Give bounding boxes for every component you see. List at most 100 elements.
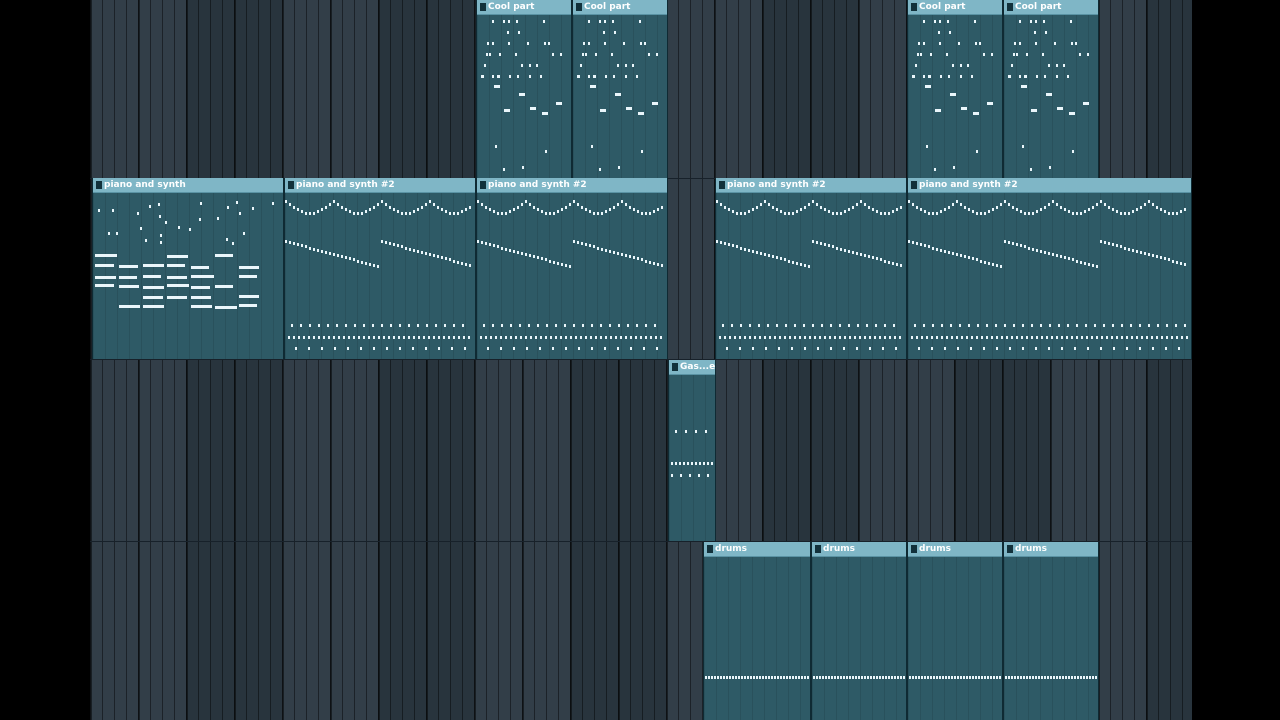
note-mark <box>1070 20 1072 23</box>
note-mark <box>932 324 934 327</box>
note-mark <box>443 336 445 339</box>
pattern-icon <box>480 3 486 11</box>
note-mark <box>1108 206 1110 209</box>
clip-header[interactable]: drums <box>908 542 1002 557</box>
note-mark <box>1080 212 1082 215</box>
clip-header[interactable]: piano and synth #2 <box>908 178 1191 193</box>
clip-header[interactable]: Cool part <box>908 0 1002 15</box>
note-mark <box>353 212 355 215</box>
note-mark <box>648 53 650 56</box>
note-mark <box>940 75 942 78</box>
playlist-area[interactable]: Cool part Cool part Cool part Cool part … <box>90 0 1192 720</box>
note-mark <box>657 263 659 266</box>
note-mark <box>593 245 595 248</box>
note-mark <box>635 336 637 339</box>
clip-header[interactable]: drums <box>1004 542 1098 557</box>
note-mark <box>788 260 790 263</box>
clip-drums[interactable]: drums <box>1003 542 1099 720</box>
clip-piano-and-synth-2[interactable]: piano and synth #2 <box>476 178 668 359</box>
clip-header[interactable]: drums <box>812 542 906 557</box>
clip-cool-part[interactable]: Cool part <box>907 0 1003 178</box>
note-mark <box>752 347 754 350</box>
note-mark <box>497 245 499 248</box>
note-mark <box>1008 203 1010 206</box>
note-mark <box>839 336 841 339</box>
note-mark <box>1060 206 1062 209</box>
clip-cool-part[interactable]: Cool part <box>572 0 668 178</box>
note-mark <box>1030 20 1032 23</box>
clip-header[interactable]: Gas...ent <box>669 360 715 375</box>
clip-piano-and-synth-2[interactable]: piano and synth #2 <box>284 178 476 359</box>
note-mark <box>944 347 946 350</box>
note-mark <box>884 260 886 263</box>
note-mark <box>656 53 658 56</box>
note-mark <box>570 336 572 339</box>
note-mark <box>860 200 862 203</box>
note-mark <box>792 212 794 215</box>
clip-piano-and-synth-2[interactable]: piano and synth #2 <box>907 178 1192 359</box>
note-mark <box>699 462 701 465</box>
clip-drums[interactable]: drums <box>907 542 1003 720</box>
note-mark <box>1044 206 1046 209</box>
clip-drums[interactable]: drums <box>703 542 811 720</box>
note-mark <box>513 347 515 350</box>
note-mark <box>215 306 237 309</box>
note-mark <box>708 676 710 679</box>
note-mark <box>1040 208 1042 211</box>
clip-gas-ent[interactable]: Gas...ent <box>668 360 716 541</box>
note-mark <box>1139 324 1141 327</box>
note-mark <box>944 250 946 253</box>
note-mark <box>1148 253 1150 256</box>
note-mark <box>517 75 519 78</box>
note-mark <box>807 676 809 679</box>
note-mark <box>834 336 836 339</box>
note-mark <box>487 347 489 350</box>
clip-header[interactable]: drums <box>704 542 810 557</box>
note-mark <box>1144 252 1146 255</box>
note-mark <box>769 336 771 339</box>
note-mark <box>1083 676 1085 679</box>
note-mark <box>888 212 890 215</box>
clip-header[interactable]: Cool part <box>477 0 571 15</box>
note-mark <box>895 347 897 350</box>
note-mark <box>373 347 375 350</box>
clip-header[interactable]: piano and synth #2 <box>477 178 667 193</box>
note-mark <box>545 212 547 215</box>
note-mark <box>972 676 974 679</box>
note-mark <box>873 676 875 679</box>
clip-header[interactable]: piano and synth #2 <box>716 178 906 193</box>
clip-header[interactable]: Cool part <box>573 0 667 15</box>
note-mark <box>840 676 842 679</box>
note-mark <box>295 347 297 350</box>
note-mark <box>944 208 946 211</box>
clip-header[interactable]: piano and synth <box>93 178 283 193</box>
clip-drums[interactable]: drums <box>811 542 907 720</box>
note-mark <box>564 324 566 327</box>
note-mark <box>143 264 164 267</box>
note-mark <box>298 336 300 339</box>
note-mark <box>321 208 323 211</box>
clip-header[interactable]: Cool part <box>1004 0 1098 15</box>
note-mark <box>581 206 583 209</box>
clip-header[interactable]: piano and synth #2 <box>285 178 475 193</box>
note-mark <box>852 206 854 209</box>
clip-cool-part[interactable]: Cool part <box>476 0 572 178</box>
note-mark <box>239 295 259 298</box>
clip-piano-and-synth[interactable]: piano and synth <box>92 178 284 359</box>
clip-piano-and-synth-2[interactable]: piano and synth #2 <box>715 178 907 359</box>
note-mark <box>293 206 295 209</box>
note-mark <box>433 254 435 257</box>
note-mark <box>1036 75 1038 78</box>
note-mark <box>543 20 545 23</box>
note-mark <box>1067 75 1069 78</box>
note-mark <box>1076 212 1078 215</box>
note-mark <box>956 253 958 256</box>
clip-cool-part[interactable]: Cool part <box>1003 0 1099 178</box>
clip-notes <box>908 556 1002 720</box>
note-mark <box>552 53 554 56</box>
note-mark <box>545 258 547 261</box>
note-mark <box>1120 212 1122 215</box>
note-mark <box>959 324 961 327</box>
note-mark <box>1084 210 1086 213</box>
note-mark <box>529 254 531 257</box>
